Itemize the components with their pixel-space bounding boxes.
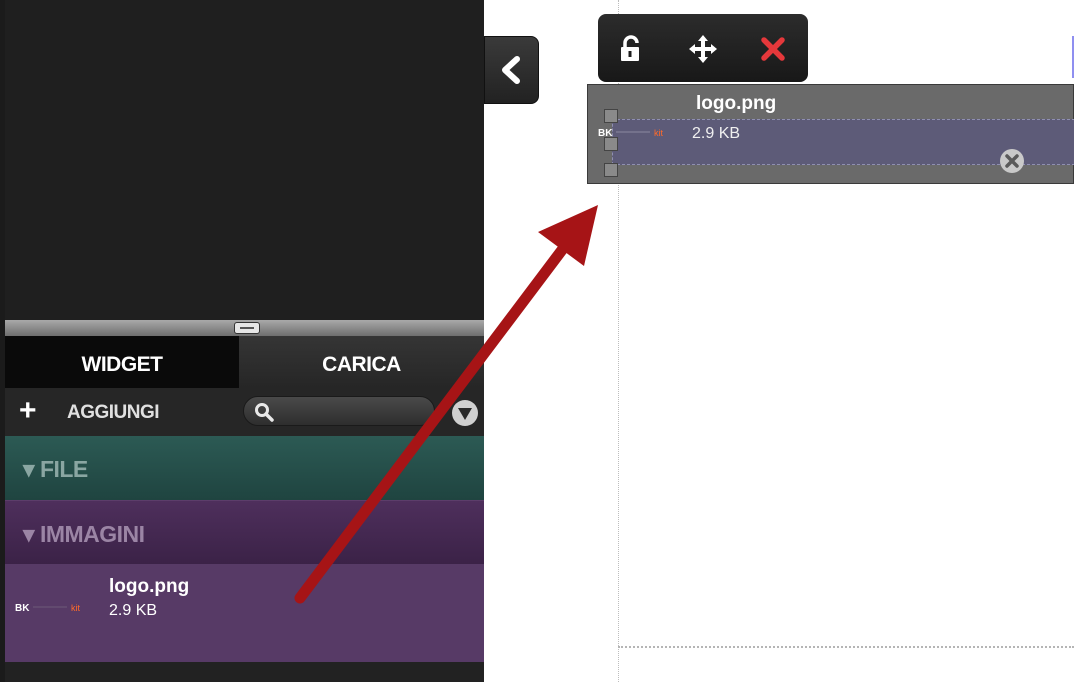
- section-file-label: ▾ FILE: [23, 456, 88, 482]
- svg-text:kit: kit: [654, 128, 663, 138]
- resize-handle[interactable]: [604, 163, 618, 177]
- svg-text:BK: BK: [15, 603, 30, 614]
- move-icon[interactable]: [688, 34, 718, 64]
- resize-handle[interactable]: [604, 137, 618, 151]
- remove-icon[interactable]: [998, 147, 1026, 175]
- panel-footer: [5, 662, 484, 682]
- search-input[interactable]: [243, 396, 435, 426]
- svg-text:BK: BK: [598, 128, 613, 139]
- section-images[interactable]: ▾ IMMAGINI: [5, 500, 484, 564]
- placed-image-widget[interactable]: BK kit logo.png 2.9 KB: [587, 84, 1074, 184]
- collapse-panel-button[interactable]: [484, 36, 539, 104]
- section-file[interactable]: ▾ FILE: [5, 436, 484, 500]
- sidebar-toolbar: + AGGIUNGI: [5, 388, 484, 436]
- widget-file-name: logo.png: [696, 93, 777, 114]
- tab-widget[interactable]: WIDGET: [5, 336, 239, 388]
- tab-carica[interactable]: CARICA: [239, 336, 484, 388]
- list-item[interactable]: BK kit logo.png 2.9 KB: [5, 564, 484, 662]
- resize-handle[interactable]: [604, 109, 618, 123]
- item-name: logo.png: [109, 576, 190, 597]
- image-thumbnail: BK kit: [15, 603, 80, 614]
- add-button[interactable]: AGGIUNGI: [67, 402, 160, 424]
- splitter-grip[interactable]: [234, 322, 260, 334]
- panel-splitter[interactable]: [5, 320, 484, 336]
- unlock-icon[interactable]: [616, 34, 646, 64]
- tab-bar: WIDGET CARICA: [5, 336, 484, 388]
- section-images-label: ▾ IMMAGINI: [23, 521, 145, 547]
- widget-file-size: 2.9 KB: [692, 125, 741, 142]
- widget-floating-toolbar: [598, 14, 808, 82]
- close-icon[interactable]: [758, 34, 788, 64]
- preview-area: [5, 0, 484, 320]
- item-size: 2.9 KB: [109, 602, 158, 619]
- filter-icon[interactable]: [451, 399, 479, 427]
- search-icon: [255, 403, 274, 422]
- add-icon[interactable]: +: [19, 396, 37, 426]
- guide-line-horizontal: [618, 646, 1074, 648]
- svg-text:kit: kit: [71, 603, 80, 613]
- sidebar-panel: WIDGET CARICA + AGGIUNGI ▾ FILE ▾ IMMAGI…: [0, 0, 484, 682]
- chevron-left-icon: [502, 56, 520, 84]
- image-thumbnail: BK kit: [598, 128, 663, 139]
